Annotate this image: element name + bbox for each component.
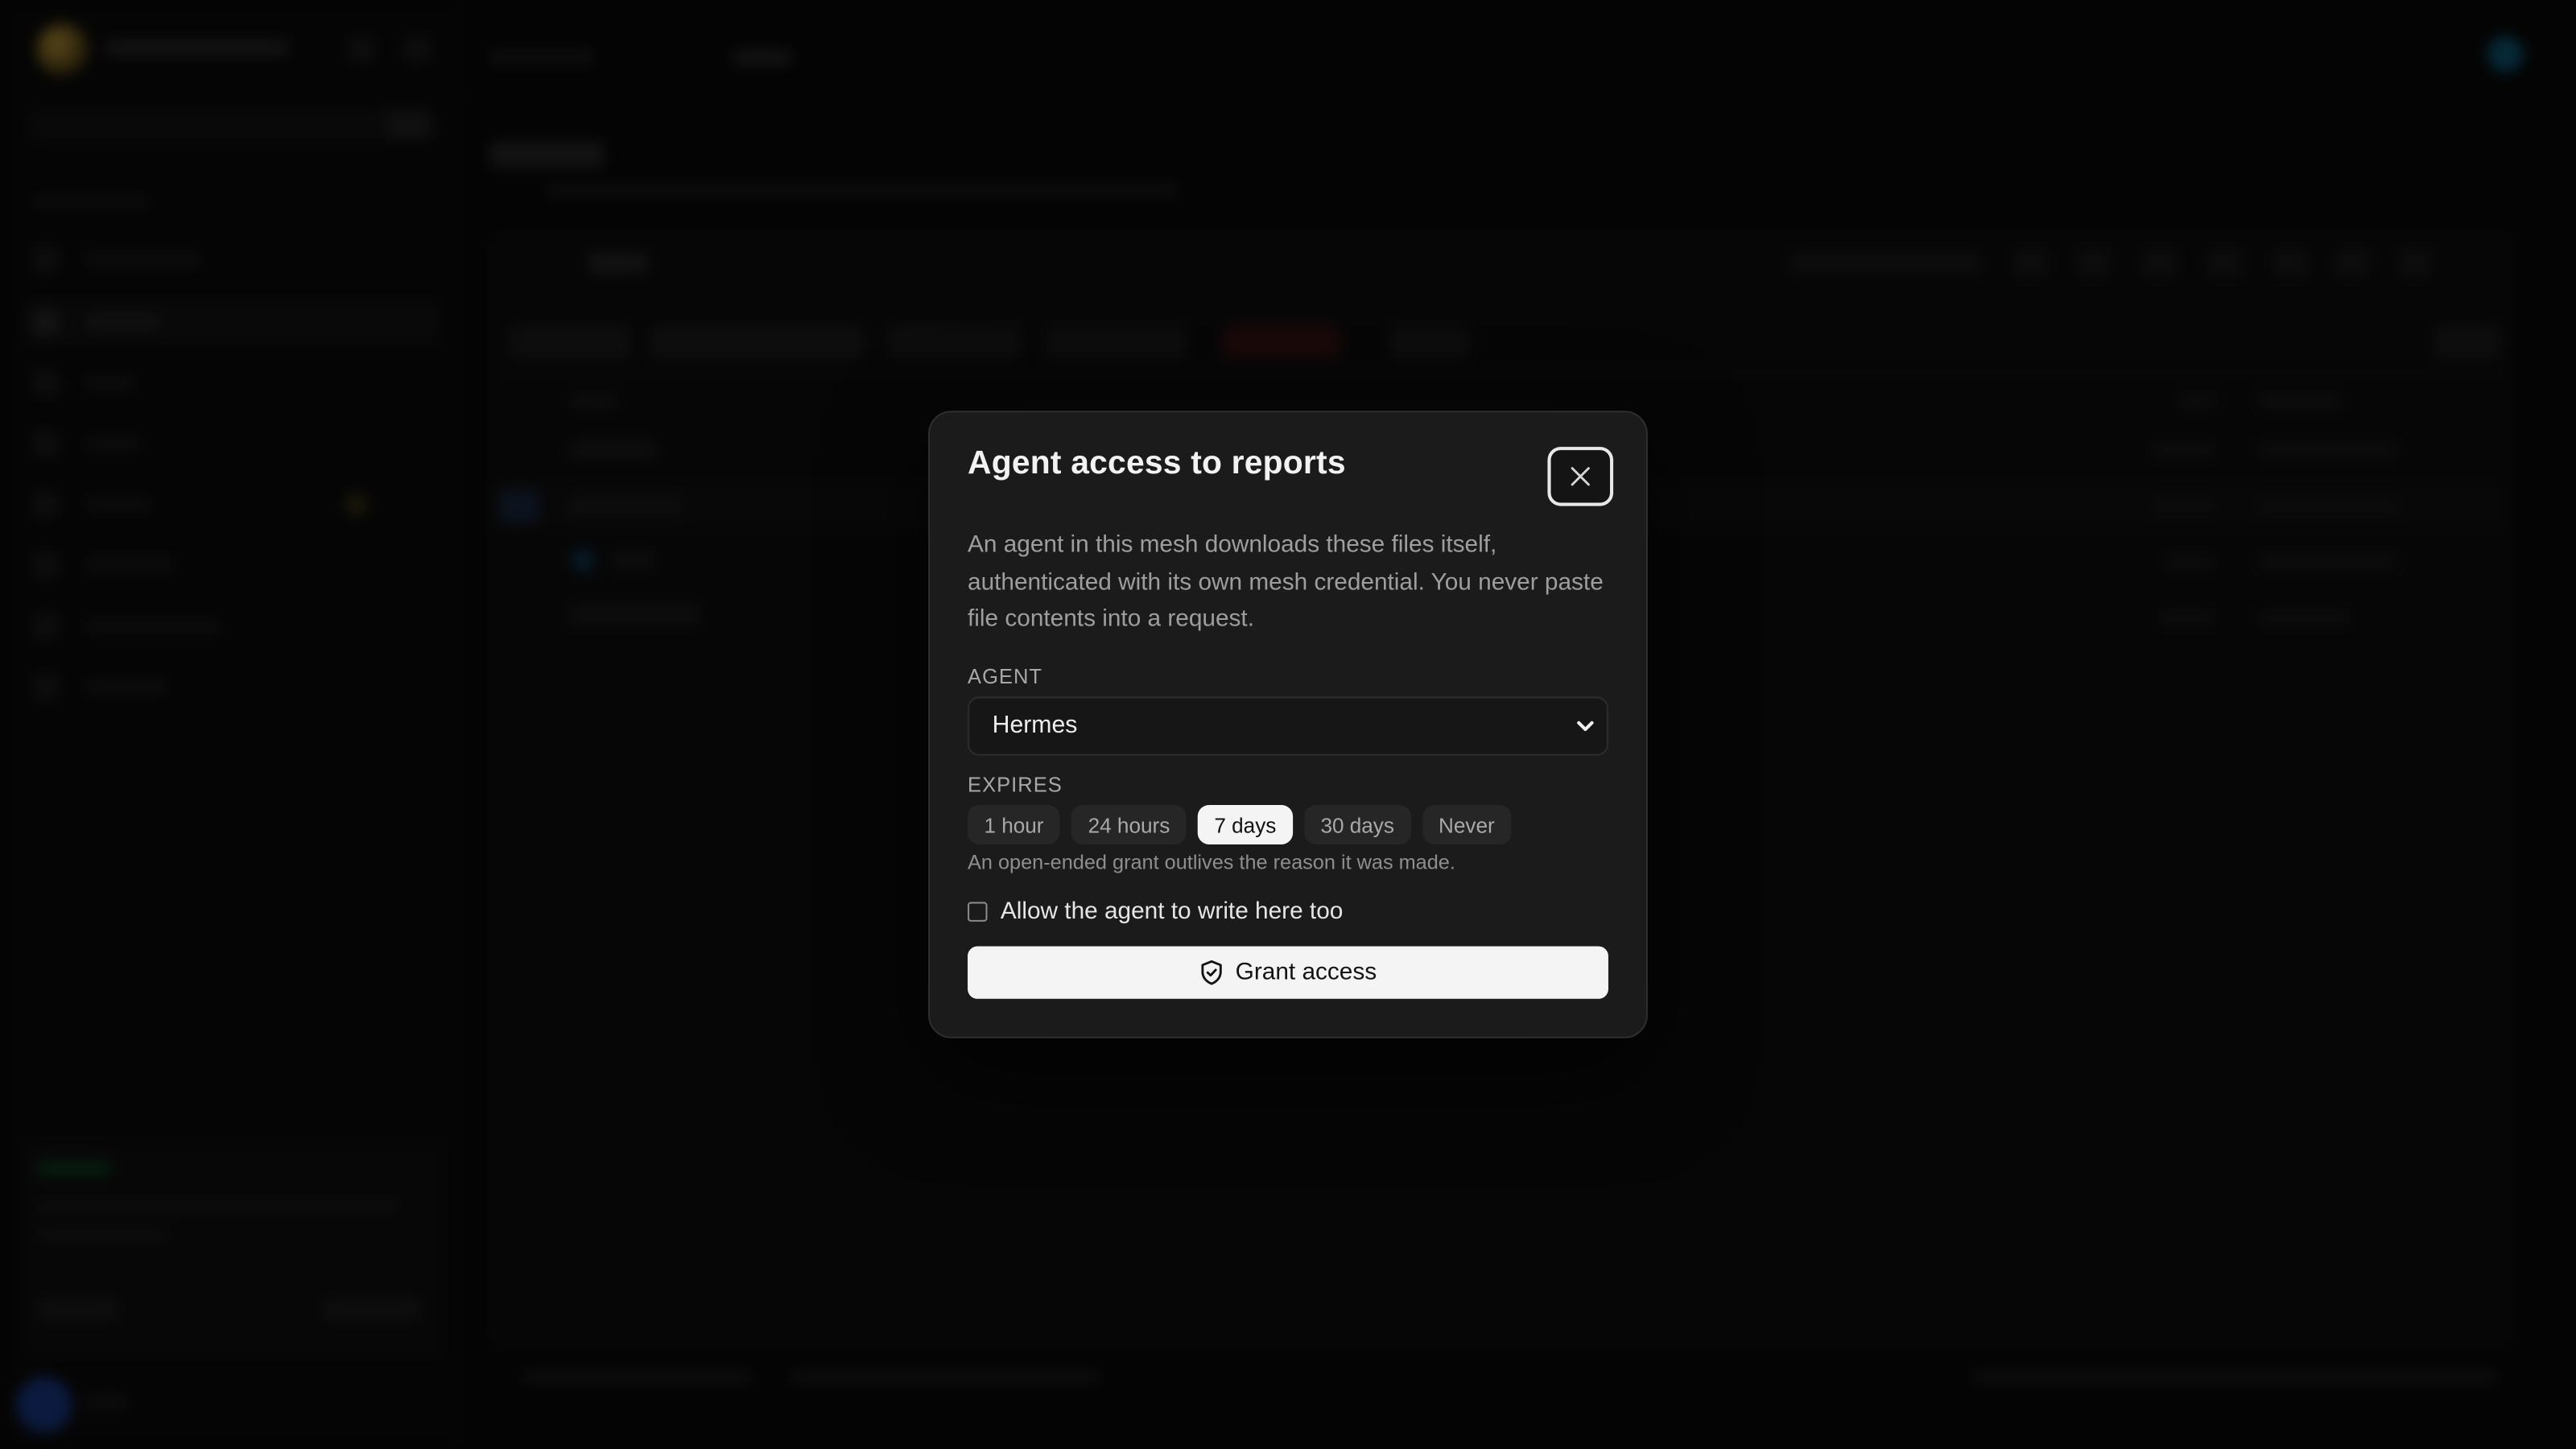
expiry-option-24-hours[interactable]: 24 hours (1071, 804, 1187, 844)
write-permission-label[interactable]: Allow the agent to write here too (1001, 898, 1344, 925)
agent-access-dialog: Agent access to reports An agent in this… (928, 411, 1648, 1038)
expiry-option-never[interactable]: Never (1422, 804, 1512, 844)
close-button[interactable] (1547, 447, 1614, 506)
expiry-hint: An open-ended grant outlives the reason … (968, 851, 1455, 874)
dialog-description: An agent in this mesh downloads these fi… (968, 532, 1604, 633)
expiry-option-1-hour[interactable]: 1 hour (968, 804, 1060, 844)
expires-label: EXPIRES (968, 774, 1063, 797)
write-permission-checkbox[interactable] (968, 902, 988, 922)
agent-select[interactable]: Hermes (968, 696, 1608, 756)
shield-check-icon (1201, 960, 1222, 985)
agent-select-value: Hermes (992, 712, 1078, 740)
expiry-option-7-days[interactable]: 7 days (1197, 804, 1293, 844)
grant-access-button[interactable]: Grant access (968, 946, 1608, 999)
expiry-options: 1 hour 24 hours 7 days 30 days Never (968, 804, 1512, 844)
write-permission-row: Allow the agent to write here too (968, 898, 1343, 925)
expiry-option-30-days[interactable]: 30 days (1304, 804, 1411, 844)
app-stage: Agent access to reports An agent in this… (0, 0, 2576, 1449)
dialog-title: Agent access to reports (968, 445, 1346, 481)
close-icon (1571, 467, 1590, 486)
grant-access-label: Grant access (1235, 959, 1377, 986)
chevron-down-icon (1577, 720, 1594, 732)
agent-label: AGENT (968, 665, 1043, 689)
